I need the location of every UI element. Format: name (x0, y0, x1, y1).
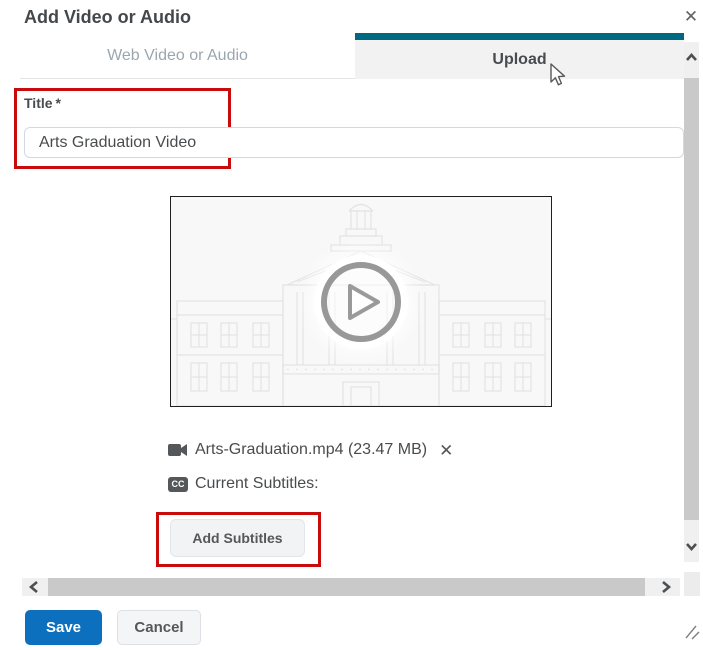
title-field-label: Title* (24, 95, 61, 111)
save-button[interactable]: Save (25, 610, 102, 645)
current-subtitles-label: Current Subtitles: (195, 475, 319, 493)
scroll-up-icon[interactable] (685, 52, 698, 63)
video-preview (170, 196, 552, 407)
scroll-left-icon[interactable] (28, 580, 40, 594)
cancel-button[interactable]: Cancel (117, 610, 201, 645)
tab-web-video-or-audio-label: Web Video or Audio (107, 47, 248, 65)
tab-upload-label: Upload (492, 51, 546, 69)
file-name-text: Arts-Graduation.mp4 (23.47 MB) (195, 441, 427, 459)
remove-file-icon[interactable]: ✕ (439, 442, 453, 459)
tab-upload[interactable]: Upload (355, 33, 684, 79)
close-icon[interactable]: ✕ (681, 7, 701, 27)
title-input[interactable] (24, 127, 684, 158)
scroll-right-icon[interactable] (660, 580, 672, 594)
scroll-down-icon[interactable] (685, 541, 698, 552)
play-button[interactable] (321, 262, 401, 342)
vertical-scrollbar[interactable] (684, 42, 699, 562)
tab-underline-divider (20, 78, 355, 79)
video-camera-icon (168, 443, 188, 457)
horizontal-scrollbar[interactable] (22, 578, 680, 596)
resize-handle-icon[interactable] (683, 623, 701, 641)
uploaded-file-row: Arts-Graduation.mp4 (23.47 MB) ✕ (168, 441, 453, 459)
dialog-title: Add Video or Audio (24, 7, 191, 28)
add-subtitles-button[interactable]: Add Subtitles (170, 519, 305, 557)
play-circle-icon (321, 262, 401, 342)
vertical-scrollbar-thumb[interactable] (684, 78, 699, 520)
current-subtitles-row: CC Current Subtitles: (168, 475, 319, 493)
tab-web-video-or-audio[interactable]: Web Video or Audio (0, 33, 355, 79)
required-asterisk: * (56, 95, 61, 111)
closed-captions-icon: CC (168, 477, 188, 492)
scrollbar-corner (684, 572, 700, 596)
horizontal-scrollbar-thumb[interactable] (48, 578, 645, 596)
add-video-audio-dialog: Add Video or Audio ✕ Web Video or Audio … (0, 0, 703, 650)
